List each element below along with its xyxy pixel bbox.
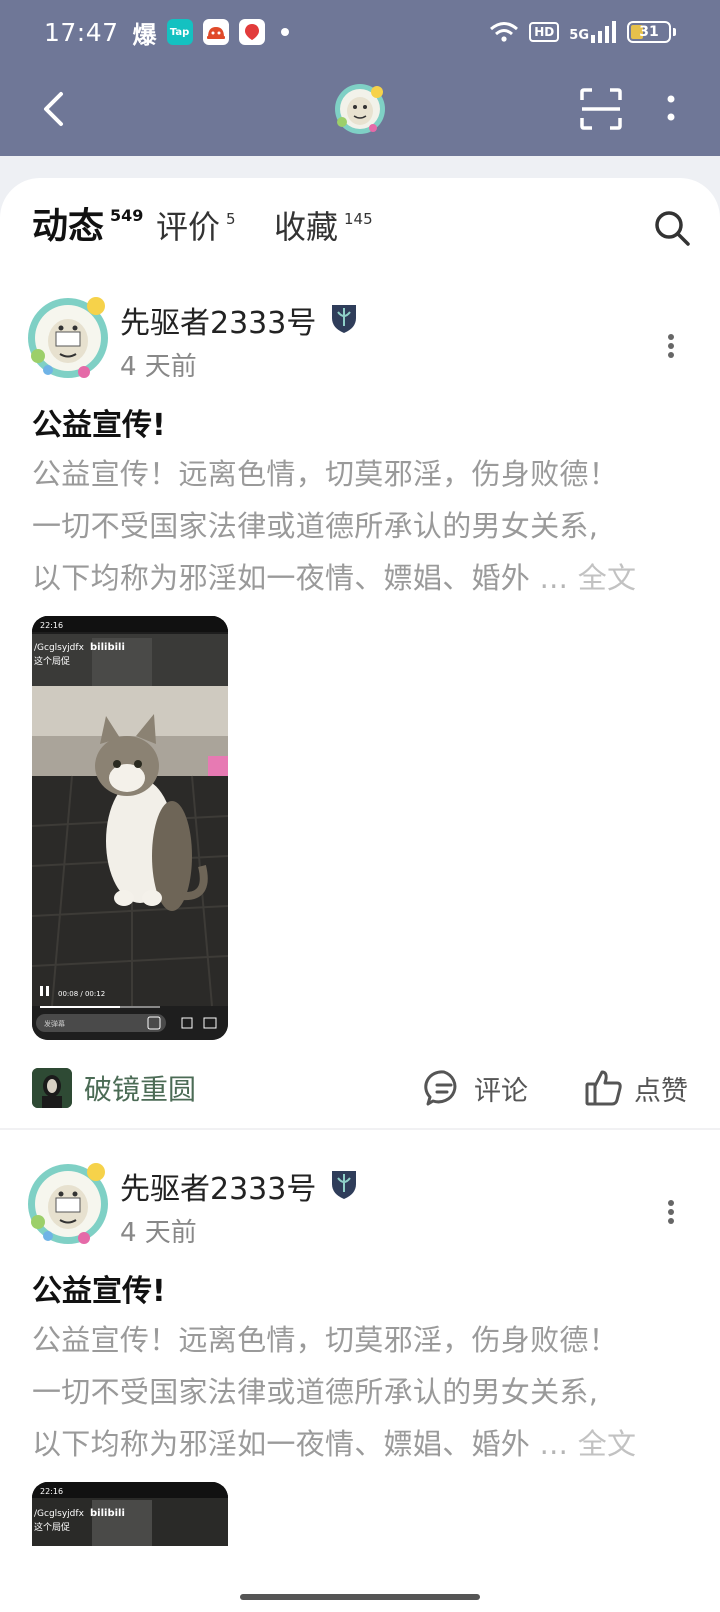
status-bar: 17:47 爆 Tap HD 5G 31	[0, 0, 720, 64]
search-icon	[655, 211, 690, 246]
more-button[interactable]	[656, 86, 686, 132]
home-indicator[interactable]	[240, 1594, 480, 1600]
svg-text:bilibili: bilibili	[90, 1508, 125, 1519]
post-footer: 破镜重圆 评论 点赞	[32, 1066, 688, 1110]
ellipsis: ...	[539, 1427, 569, 1461]
status-time: 17:47	[44, 17, 119, 47]
scan-icon	[580, 88, 622, 130]
app-header	[0, 64, 720, 156]
vertical-dots-icon	[668, 1200, 674, 1224]
svg-text:/Gcglsyjdfx: /Gcglsyjdfx	[34, 1509, 85, 1519]
status-app-icons: 爆 Tap	[133, 15, 289, 50]
shield-badge-icon	[330, 302, 358, 334]
svg-text:bilibili: bilibili	[90, 642, 125, 653]
author-avatar[interactable]	[26, 1162, 110, 1246]
svg-text:这个局促: 这个局促	[34, 1521, 70, 1533]
cellular-signal-icon: 5G	[569, 21, 617, 43]
back-button[interactable]	[28, 84, 78, 134]
author-avatar[interactable]	[26, 296, 110, 380]
svg-text:22:16: 22:16	[40, 621, 63, 630]
svg-text:22:16: 22:16	[40, 1487, 63, 1496]
scan-button[interactable]	[578, 86, 624, 132]
svg-text:/Gcglsyjdfx: /Gcglsyjdfx	[34, 643, 85, 653]
shield-badge-icon	[330, 1168, 358, 1200]
content-sheet: 动态 549 评价 5 收藏 145 先驱者2333号 4 天前 公益宣传! 公…	[0, 156, 720, 1612]
thumbs-up-icon	[585, 1070, 622, 1106]
tab-favorites[interactable]: 收藏 145	[274, 200, 373, 254]
dewu-icon	[238, 19, 265, 45]
svg-text:00:08 / 00:12: 00:08 / 00:12	[58, 990, 105, 998]
circle-name[interactable]: 破镜重圆	[84, 1068, 196, 1108]
video-thumbnail[interactable]: 22:16 /Gcglsyjdfx bilibili 这个局促 00:08 / …	[32, 616, 228, 1040]
vertical-dots-icon	[668, 334, 674, 358]
post-body-line-last: 以下均称为邪淫如一夜情、嫖娼、婚外 ... 全文	[32, 1427, 637, 1461]
post-more-button[interactable]	[656, 328, 686, 364]
like-button[interactable]: 点赞	[584, 1066, 688, 1110]
author-name[interactable]: 先驱者2333号	[120, 1164, 316, 1208]
post-card[interactable]: 先驱者2333号 4 天前 公益宣传! 公益宣传！远离色情，切莫邪淫，伤身败德！…	[0, 1162, 720, 1612]
post-body-line: 一切不受国家法律或道德所承认的男女关系,	[32, 1375, 599, 1409]
tab-dynamics[interactable]: 动态 549	[32, 200, 143, 256]
vertical-dots-icon	[667, 95, 675, 121]
post-card[interactable]: 先驱者2333号 4 天前 公益宣传! 公益宣传！远离色情，切莫邪淫，伤身败德！…	[0, 296, 720, 1116]
svg-text:发弹幕: 发弹幕	[44, 1019, 65, 1028]
svg-text:这个局促: 这个局促	[34, 655, 70, 667]
ellipsis: ...	[539, 561, 569, 595]
tab-reviews[interactable]: 评价 5	[156, 200, 236, 254]
search-button[interactable]	[652, 208, 692, 248]
post-body-line: 公益宣传！远离色情，切莫邪淫，伤身败德！	[32, 1323, 619, 1357]
post-title: 公益宣传!	[32, 408, 166, 443]
post-body[interactable]: 公益宣传！远离色情，切莫邪淫，伤身败德！ 一切不受国家法律或道德所承认的男女关系…	[32, 1314, 682, 1470]
post-time: 4 天前	[120, 352, 197, 382]
comment-icon	[424, 1070, 457, 1106]
post-body-line-last: 以下均称为邪淫如一夜情、嫖娼、婚外 ... 全文	[32, 561, 637, 595]
comment-button[interactable]: 评论	[424, 1066, 528, 1110]
tab-bar: 动态 549 评价 5 收藏 145	[32, 200, 692, 280]
taptap-icon: Tap	[166, 19, 193, 45]
post-title: 公益宣传!	[32, 1274, 166, 1309]
author-name[interactable]: 先驱者2333号	[120, 298, 316, 342]
full-text-link[interactable]: 全文	[578, 561, 637, 595]
game-icon	[202, 19, 229, 45]
post-body-line: 一切不受国家法律或道德所承认的男女关系,	[32, 509, 599, 543]
video-thumbnail[interactable]: 22:16 /Gcglsyjdfx bilibili 这个局促	[32, 1482, 228, 1546]
content-panel: 动态 549 评价 5 收藏 145 先驱者2333号 4 天前 公益宣传! 公…	[0, 178, 720, 1612]
chevron-left-icon	[44, 92, 63, 126]
notification-dot	[280, 28, 289, 36]
header-avatar[interactable]	[333, 82, 387, 136]
post-body-line: 公益宣传！远离色情，切莫邪淫，伤身败德！	[32, 457, 619, 491]
baozou-icon: 爆	[132, 20, 157, 49]
wifi-icon	[490, 22, 519, 42]
battery-icon: 31	[627, 21, 671, 43]
circle-avatar[interactable]	[32, 1068, 72, 1108]
post-more-button[interactable]	[656, 1194, 686, 1230]
full-text-link[interactable]: 全文	[578, 1427, 637, 1461]
post-body[interactable]: 公益宣传！远离色情，切莫邪淫，伤身败德！ 一切不受国家法律或道德所承认的男女关系…	[32, 448, 682, 604]
post-time: 4 天前	[120, 1218, 197, 1248]
hd-badge: HD	[529, 22, 560, 42]
status-indicators: HD 5G 31	[489, 21, 676, 43]
post-divider	[0, 1128, 720, 1130]
